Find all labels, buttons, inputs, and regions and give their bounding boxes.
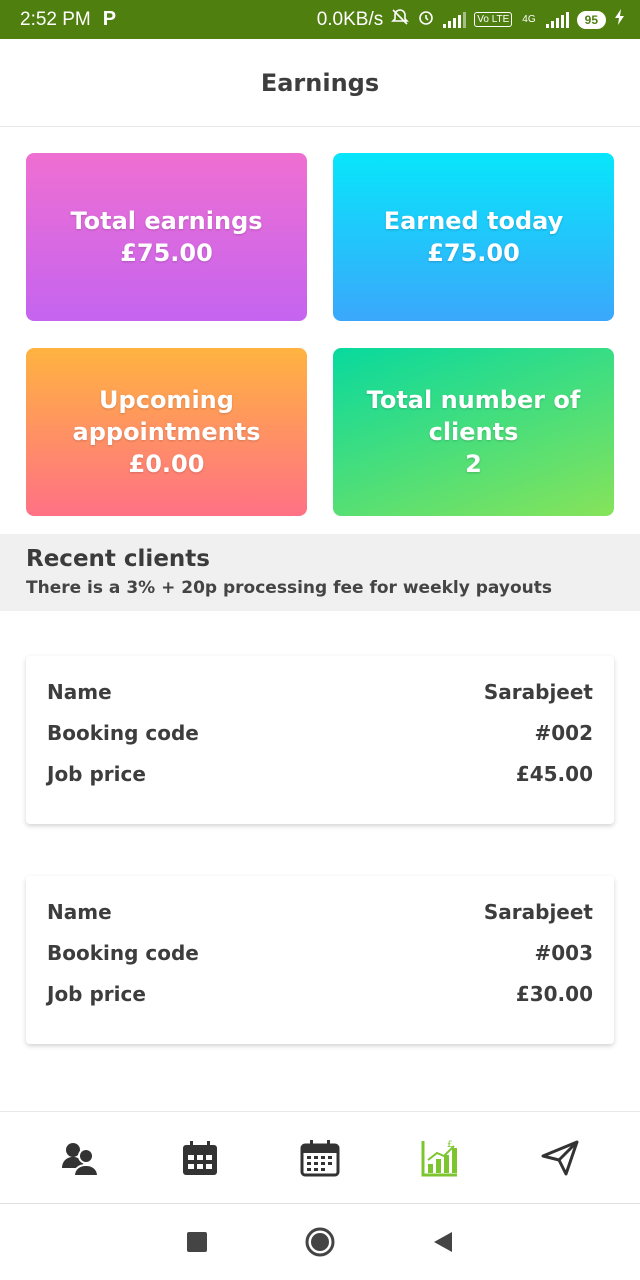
processing-fee-note: There is a 3% + 20p processing fee for w…	[26, 578, 552, 598]
svg-text:£: £	[447, 1140, 453, 1150]
nav-schedule[interactable]	[170, 1128, 230, 1188]
mute-bell-icon	[391, 8, 410, 32]
alarm-icon	[417, 8, 435, 32]
tile-value: £0.00	[128, 450, 205, 478]
recent-clients-title: Recent clients	[26, 546, 210, 572]
client-name: Sarabjeet	[483, 680, 593, 704]
tile-value: £75.00	[120, 239, 213, 267]
tile-label: Earned today	[383, 207, 564, 235]
charging-icon	[614, 8, 626, 32]
system-navigation-bar	[0, 1203, 640, 1280]
network-type: 4G	[522, 14, 536, 25]
total-earnings-tile[interactable]: Total earnings £75.00	[26, 153, 307, 321]
booking-code-label: Booking code	[47, 941, 199, 965]
cell-signal-icon	[545, 11, 569, 28]
total-clients-tile[interactable]: Total number of clients 2	[333, 348, 614, 516]
client-name-row: Name Sarabjeet	[47, 680, 593, 721]
booking-code-row: Booking code #002	[47, 721, 593, 762]
volte-badge: Vo LTE	[474, 12, 513, 27]
bottom-navigation: £	[0, 1111, 640, 1203]
calendar-icon	[300, 1139, 340, 1176]
name-label: Name	[47, 680, 112, 704]
tile-label: Total earnings	[70, 207, 263, 235]
page-title: Earnings	[260, 68, 380, 97]
nav-clients[interactable]	[50, 1128, 110, 1188]
booking-code: #002	[534, 721, 593, 745]
home-circle-icon[interactable]	[304, 1226, 336, 1258]
job-price-label: Job price	[47, 982, 146, 1006]
job-price-label: Job price	[47, 762, 146, 786]
earned-today-tile[interactable]: Earned today £75.00	[333, 153, 614, 321]
client-card[interactable]: Name Sarabjeet Booking code #002 Job pri…	[26, 656, 614, 824]
calendar-grid-icon	[183, 1140, 217, 1175]
client-name-row: Name Sarabjeet	[47, 900, 593, 941]
status-bar: 2:52 PM P 0.0KB/s Vo LTE 4G 95	[0, 0, 640, 39]
name-label: Name	[47, 900, 112, 924]
send-icon	[541, 1140, 579, 1175]
job-price: £45.00	[515, 762, 593, 786]
battery-indicator: 95	[576, 10, 606, 29]
booking-code-row: Booking code #003	[47, 941, 593, 982]
booking-code: #003	[534, 941, 593, 965]
nav-calendar[interactable]	[290, 1128, 350, 1188]
status-time: 2:52 PM	[20, 8, 91, 30]
job-price-row: Job price £30.00	[47, 982, 593, 1023]
app-header: Earnings	[0, 39, 640, 127]
parking-app-icon: P	[102, 8, 117, 30]
job-price-row: Job price £45.00	[47, 762, 593, 803]
booking-code-label: Booking code	[47, 721, 199, 745]
client-card[interactable]: Name Sarabjeet Booking code #003 Job pri…	[26, 876, 614, 1044]
job-price: £30.00	[515, 982, 593, 1006]
nav-earnings[interactable]: £	[410, 1128, 470, 1188]
recent-clients-section-header: Recent clients There is a 3% + 20p proce…	[0, 534, 640, 611]
upcoming-appointments-tile[interactable]: Upcoming appointments £0.00	[26, 348, 307, 516]
back-triangle-icon[interactable]	[432, 1230, 454, 1254]
nav-messages[interactable]	[530, 1128, 590, 1188]
tile-label: Total number of clients	[366, 386, 581, 446]
client-name: Sarabjeet	[483, 900, 593, 924]
tile-value: £75.00	[427, 239, 520, 267]
wifi-signal-icon	[443, 11, 467, 28]
tile-label: Upcoming appointments	[72, 386, 261, 446]
network-speed: 0.0KB/s	[316, 8, 384, 30]
recents-square-icon[interactable]	[186, 1231, 208, 1253]
clients-icon	[62, 1142, 100, 1177]
earnings-chart-icon: £	[421, 1140, 457, 1176]
tile-value: 2	[465, 450, 482, 478]
